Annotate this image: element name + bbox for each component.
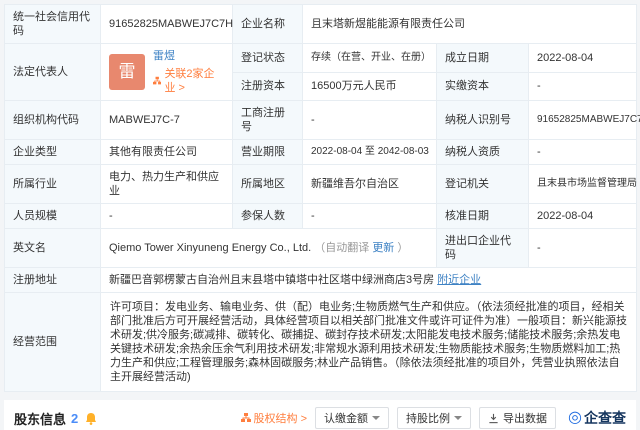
- value-est-date: 2022-08-04: [529, 44, 637, 73]
- value-reg-capital: 16500万元人民币: [303, 72, 437, 101]
- label-est-date: 成立日期: [437, 44, 529, 73]
- label-taxpayer-id: 纳税人识别号: [437, 101, 529, 140]
- info-row: 组织机构代码 MABWEJ7C-7 工商注册号 - 纳税人识别号 9165282…: [5, 101, 637, 140]
- label-company-type: 企业类型: [5, 140, 101, 165]
- value-english-name: Qiemo Tower Xinyuneng Energy Co., Ltd. （…: [101, 229, 437, 268]
- related-companies-link[interactable]: 关联2家企业 >: [153, 67, 224, 95]
- company-info-table: 统一社会信用代码 91652825MABWEJ7C7H 企业名称 且末塔新煜能能…: [4, 4, 637, 392]
- auto-translate-note-close: ）: [397, 242, 408, 254]
- qcc-logo-text: 企查查: [584, 408, 626, 428]
- label-legal-rep: 法定代表人: [5, 44, 101, 101]
- value-business-scope: 许可项目：发电业务、输电业务、供（配）电业务;生物质燃气生产和供应。（依法须经批…: [101, 293, 637, 392]
- label-approval-date: 核准日期: [437, 204, 529, 229]
- label-credit-code: 统一社会信用代码: [5, 5, 101, 44]
- qcc-logo: ◎ 企查查: [568, 408, 626, 428]
- subscribed-amount-filter-label: 认缴金额: [324, 410, 368, 426]
- shareholders-title: 股东信息: [14, 409, 66, 428]
- label-biz-term: 营业期限: [233, 140, 303, 165]
- label-address: 注册地址: [5, 268, 101, 293]
- label-taxpayer-qual: 纳税人资质: [437, 140, 529, 165]
- shareholders-section: 股东信息 2 股权结构 > 认缴金额 持股比例: [4, 400, 636, 430]
- value-approval-date: 2022-08-04: [529, 204, 637, 229]
- org-chart-icon: [241, 413, 251, 423]
- label-biz-reg-no: 工商注册号: [233, 101, 303, 140]
- shareholders-count: 2: [71, 411, 78, 426]
- value-address: 新疆巴音郭楞蒙古自治州且末县塔中镇塔中社区塔中绿洲商店3号房 附近企业: [101, 268, 637, 293]
- nearby-companies-link[interactable]: 附近企业: [437, 274, 481, 286]
- value-region: 新疆维吾尔自治区: [303, 165, 437, 204]
- info-row: 人员规模 - 参保人数 - 核准日期 2022-08-04: [5, 204, 637, 229]
- value-biz-reg-no: -: [303, 101, 437, 140]
- label-staff-size: 人员规模: [5, 204, 101, 229]
- info-row: 法定代表人 雷 雷煜 关联2家企业 > 登记状态 存续（在: [5, 44, 637, 73]
- update-translation-link[interactable]: 更新: [372, 242, 394, 254]
- info-row: 英文名 Qiemo Tower Xinyuneng Energy Co., Lt…: [5, 229, 637, 268]
- legal-rep-avatar: 雷: [109, 54, 145, 90]
- label-reg-status: 登记状态: [233, 44, 303, 73]
- label-industry: 所属行业: [5, 165, 101, 204]
- holding-ratio-filter-label: 持股比例: [406, 410, 450, 426]
- label-import-export-code: 进出口企业代码: [437, 229, 529, 268]
- value-credit-code: 91652825MABWEJ7C7H: [101, 5, 233, 44]
- export-data-button[interactable]: 导出数据: [479, 407, 556, 429]
- value-company-type: 其他有限责任公司: [101, 140, 233, 165]
- holding-ratio-filter-button[interactable]: 持股比例: [397, 407, 471, 429]
- info-row: 统一社会信用代码 91652825MABWEJ7C7H 企业名称 且末塔新煜能能…: [5, 5, 637, 44]
- value-import-export-code: -: [529, 229, 637, 268]
- label-business-scope: 经营范围: [5, 293, 101, 392]
- address-text: 新疆巴音郭楞蒙古自治州且末县塔中镇塔中社区塔中绿洲商店3号房: [109, 274, 434, 286]
- caret-down-icon: [372, 416, 380, 420]
- label-reg-capital: 注册资本: [233, 72, 303, 101]
- equity-structure-label: 股权结构 >: [254, 410, 307, 426]
- value-industry: 电力、热力生产和供应业: [101, 165, 233, 204]
- value-paid-capital: -: [529, 72, 637, 101]
- value-reg-authority: 且末县市场监督管理局: [529, 165, 637, 204]
- label-reg-authority: 登记机关: [437, 165, 529, 204]
- label-paid-capital: 实缴资本: [437, 72, 529, 101]
- shareholders-header: 股东信息 2 股权结构 > 认缴金额 持股比例: [14, 407, 626, 429]
- value-reg-status: 存续（在营、开业、在册）: [303, 44, 437, 73]
- label-insured-count: 参保人数: [233, 204, 303, 229]
- value-staff-size: -: [101, 204, 233, 229]
- equity-structure-link[interactable]: 股权结构 >: [241, 410, 307, 426]
- company-detail-page: 统一社会信用代码 91652825MABWEJ7C7H 企业名称 且末塔新煜能能…: [0, 0, 640, 430]
- info-row: 企业类型 其他有限责任公司 营业期限 2022-08-04 至 2042-08-…: [5, 140, 637, 165]
- label-org-code: 组织机构代码: [5, 101, 101, 140]
- subscribed-amount-filter-button[interactable]: 认缴金额: [315, 407, 389, 429]
- shareholders-controls: 股权结构 > 认缴金额 持股比例 导出数据 ◎ 企查查: [241, 407, 626, 429]
- value-org-code: MABWEJ7C-7: [101, 101, 233, 140]
- value-biz-term: 2022-08-04 至 2042-08-03: [303, 140, 437, 165]
- related-companies-label: 关联2家企业 >: [164, 67, 224, 95]
- caret-down-icon: [454, 416, 462, 420]
- auto-translate-note: （自动翻译: [314, 242, 369, 254]
- info-row: 注册地址 新疆巴音郭楞蒙古自治州且末县塔中镇塔中社区塔中绿洲商店3号房 附近企业: [5, 268, 637, 293]
- legal-rep-name-link[interactable]: 雷煜: [153, 49, 224, 63]
- qcc-logo-icon: ◎: [568, 410, 582, 426]
- info-row: 经营范围 许可项目：发电业务、输电业务、供（配）电业务;生物质燃气生产和供应。（…: [5, 293, 637, 392]
- value-taxpayer-id: 91652825MABWEJ7C7H: [529, 101, 637, 140]
- export-data-label: 导出数据: [503, 410, 547, 426]
- label-region: 所属地区: [233, 165, 303, 204]
- english-name-text: Qiemo Tower Xinyuneng Energy Co., Ltd.: [109, 242, 311, 254]
- label-english-name: 英文名: [5, 229, 101, 268]
- value-company-name: 且末塔新煜能能源有限责任公司: [303, 5, 637, 44]
- label-company-name: 企业名称: [233, 5, 303, 44]
- download-icon: [488, 413, 499, 424]
- legal-rep-cell: 雷 雷煜 关联2家企业 >: [101, 44, 233, 101]
- bell-icon[interactable]: [85, 412, 97, 425]
- org-chart-icon: [153, 76, 161, 86]
- info-row: 所属行业 电力、热力生产和供应业 所属地区 新疆维吾尔自治区 登记机关 且末县市…: [5, 165, 637, 204]
- value-taxpayer-qual: -: [529, 140, 637, 165]
- value-insured-count: -: [303, 204, 437, 229]
